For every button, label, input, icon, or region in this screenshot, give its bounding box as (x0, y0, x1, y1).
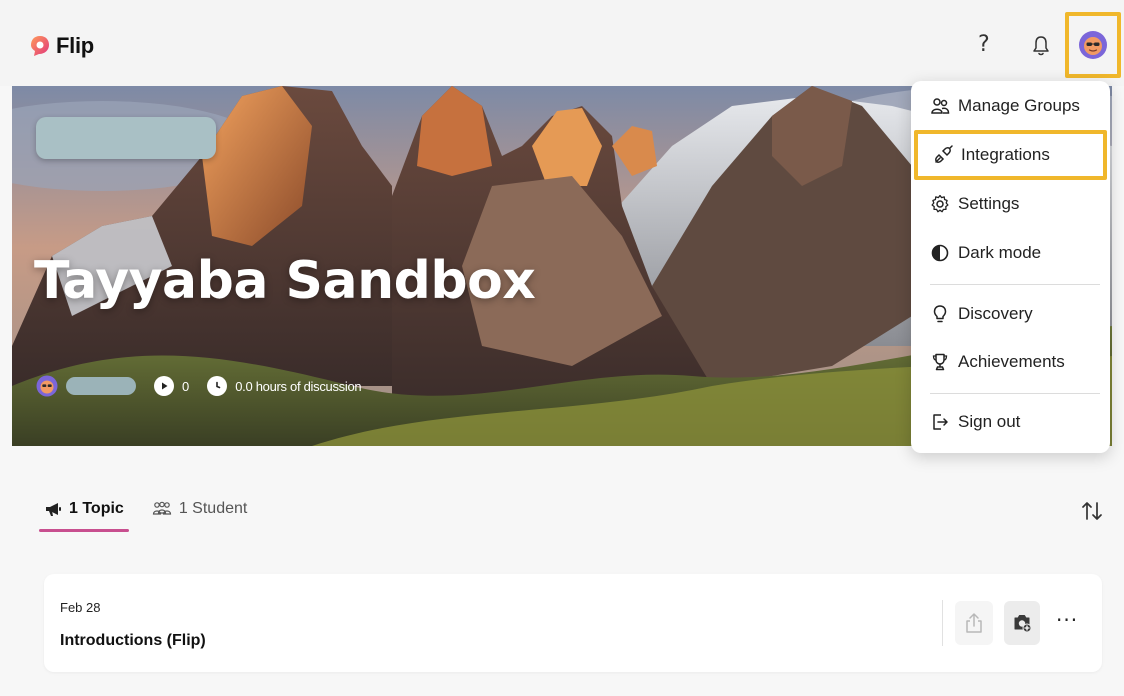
menu-item-manage-groups[interactable]: Manage Groups (911, 86, 1110, 126)
menu-item-dark-mode[interactable]: Dark mode (911, 233, 1110, 273)
lightbulb-icon (933, 305, 947, 323)
card-divider (942, 600, 943, 646)
students-icon (152, 501, 171, 515)
more-options-button[interactable]: ··· (1056, 610, 1078, 630)
banner-stats: 0 0.0 hours of discussion (36, 375, 362, 397)
flip-logo-icon (31, 36, 49, 56)
clock-icon (207, 376, 228, 396)
menu-label-dark-mode: Dark mode (958, 243, 1042, 262)
menu-item-sign-out[interactable]: Sign out (911, 402, 1110, 442)
avatar-icon (1079, 31, 1107, 59)
gear-icon (931, 194, 949, 213)
owner-name-pill (66, 377, 136, 395)
topic-date: Feb 28 (60, 600, 101, 615)
megaphone-icon (46, 503, 61, 516)
menu-label-manage-groups: Manage Groups (958, 96, 1080, 115)
tab-topics[interactable]: 1 Topic (39, 500, 129, 532)
people-group-icon (931, 98, 950, 114)
group-code-pill[interactable] (36, 117, 216, 159)
content-tabs: 1 Topic 1 Student (39, 500, 248, 532)
top-bar: Flip ? (0, 0, 1124, 86)
menu-item-discovery[interactable]: Discovery (911, 294, 1110, 334)
menu-divider (930, 284, 1100, 285)
menu-item-achievements[interactable]: Achievements (911, 342, 1110, 382)
menu-label-discovery: Discovery (958, 304, 1033, 323)
menu-divider (930, 393, 1100, 394)
tab-students[interactable]: 1 Student (152, 500, 248, 528)
menu-label-settings: Settings (958, 194, 1020, 213)
record-response-button[interactable] (1004, 601, 1040, 645)
help-icon[interactable]: ? (978, 32, 990, 57)
camera-add-icon (1014, 615, 1032, 633)
notification-bell-icon[interactable] (1031, 35, 1051, 57)
topic-title[interactable]: Introductions (Flip) (60, 632, 206, 650)
trophy-icon (932, 353, 948, 371)
play-icon (154, 376, 174, 396)
share-button[interactable] (955, 601, 993, 645)
menu-label-sign-out: Sign out (958, 412, 1021, 431)
brand[interactable]: Flip (30, 33, 94, 59)
tab-topics-label: 1 Topic (69, 500, 124, 517)
share-icon (966, 613, 982, 633)
menu-label-achievements: Achievements (958, 352, 1065, 371)
menu-item-settings[interactable]: Settings (911, 184, 1110, 224)
video-count: 0 (182, 378, 190, 394)
menu-label-integrations: Integrations (961, 145, 1050, 164)
plug-icon (935, 145, 953, 163)
tab-students-label: 1 Student (178, 500, 248, 517)
group-title: Tayyaba Sandbox (34, 251, 536, 311)
sign-out-icon (933, 414, 948, 430)
menu-item-integrations[interactable]: Integrations (914, 130, 1107, 180)
discussion-hours: 0.0 hours of discussion (235, 378, 362, 394)
owner-avatar-icon (36, 375, 58, 397)
account-menu: Manage Groups Integrations Settings Dark… (911, 81, 1110, 453)
sort-icon[interactable] (1080, 500, 1104, 522)
topic-card[interactable]: Feb 28 Introductions (Flip) ··· (44, 574, 1102, 672)
brand-name: Flip (56, 33, 94, 58)
account-avatar-button[interactable] (1065, 12, 1121, 78)
contrast-icon (931, 244, 949, 262)
